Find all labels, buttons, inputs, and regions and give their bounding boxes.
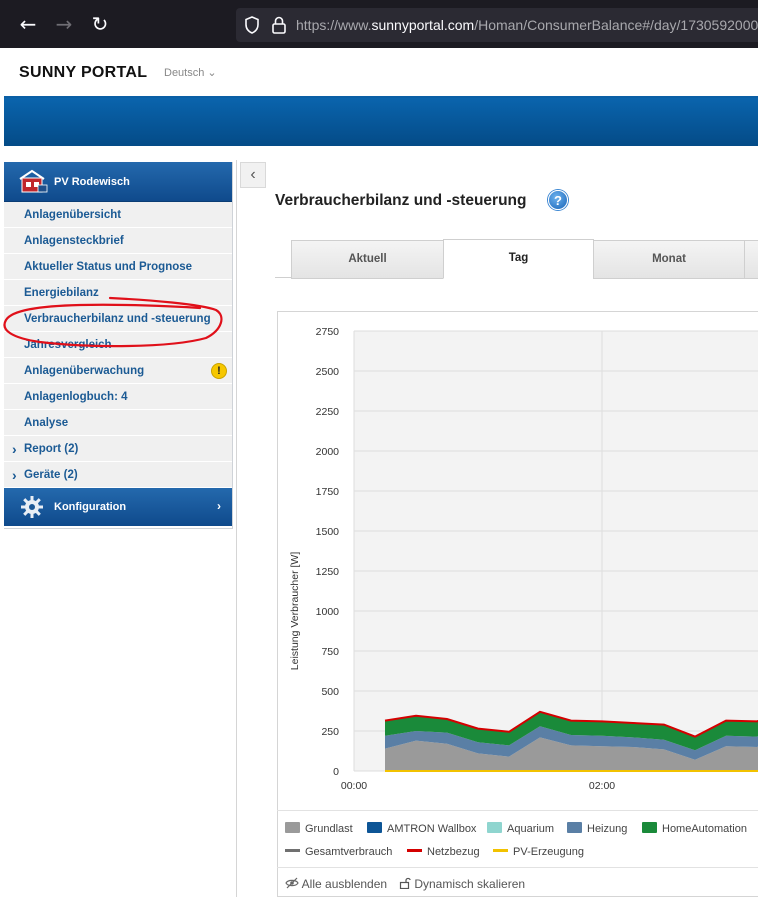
unlock-icon <box>399 877 411 890</box>
address-bar[interactable]: https://www.sunnyportal.com/Homan/Consum… <box>236 8 758 42</box>
sidebar-item-geraete[interactable]: Geräte (2) <box>4 462 233 488</box>
help-icon[interactable]: ? <box>548 190 568 210</box>
y-tick-label: 2500 <box>316 366 340 378</box>
legend-label: Aquarium <box>507 823 555 835</box>
chevron-left-icon: ‹ <box>250 166 256 183</box>
legend-item[interactable]: Aquarium <box>487 822 554 835</box>
sidebar-item-label: Anlagenüberwachung <box>24 365 145 377</box>
legend-swatch <box>367 822 382 833</box>
sidebar-border <box>232 162 233 529</box>
language-selector[interactable]: Deutsch ⌄ <box>164 66 217 79</box>
sidebar-item-verbraucherbilanz[interactable]: Verbraucherbilanz und -steuerung <box>4 306 233 332</box>
konfiguration-label: Konfiguration <box>54 501 127 513</box>
legend-swatch <box>487 822 502 833</box>
legend-item[interactable]: Grundlast <box>285 822 353 835</box>
legend-item[interactable]: Netzbezug <box>407 846 480 858</box>
chart-legend: Grundlast AMTRON Wallbox Aquarium Heizung Ho… <box>277 810 758 867</box>
y-tick-label: 250 <box>321 726 339 738</box>
y-tick-label: 0 <box>333 766 339 778</box>
warning-icon: ! <box>211 363 227 379</box>
site-header: SUNNY PORTAL Deutsch ⌄ <box>0 48 758 96</box>
dynamic-scale-toggle[interactable]: Dynamisch skalieren <box>399 877 525 891</box>
y-tick-label: 1250 <box>316 566 340 578</box>
sidebar-divider <box>4 528 233 529</box>
url-host: sunnyportal.com <box>371 17 475 33</box>
chevron-right-icon: › <box>217 499 221 513</box>
sidebar-item-anlagenueberwachung[interactable]: Anlagenüberwachung ! <box>4 358 233 384</box>
y-tick-label: 1750 <box>316 486 340 498</box>
sidebar-item-jahresvergleich[interactable]: Jahresvergleich <box>4 332 233 358</box>
legend-label: Gesamtverbrauch <box>305 846 393 858</box>
sidebar-item-analyse[interactable]: Analyse <box>4 410 233 436</box>
content-border <box>236 160 237 897</box>
x-tick-label: 02:00 <box>589 780 615 792</box>
legend-item[interactable]: PV-Erzeugung <box>493 846 584 858</box>
tab-aktuell[interactable]: Aktuell <box>291 240 444 279</box>
legend-item[interactable]: AMTRON Wallbox <box>367 822 476 835</box>
sidebar-item-anlagensteckbrief[interactable]: Anlagensteckbrief <box>4 228 233 254</box>
x-tick-label: 00:00 <box>341 780 367 792</box>
plant-icon <box>19 169 48 193</box>
sidebar-item-energiebilanz[interactable]: Energiebilanz <box>4 280 233 306</box>
legend-label: PV-Erzeugung <box>513 846 584 858</box>
tab-monat[interactable]: Monat <box>593 240 745 279</box>
back-arrow-icon[interactable]: ← <box>14 10 42 38</box>
shield-icon[interactable] <box>242 15 262 35</box>
reload-icon[interactable]: ↻ <box>86 10 114 38</box>
gear-icon <box>21 496 43 518</box>
chevron-down-icon: ⌄ <box>207 67 217 79</box>
lock-icon[interactable] <box>270 15 288 35</box>
tab-more[interactable] <box>744 240 758 279</box>
sidebar-item-anlagenlogbuch[interactable]: Anlagenlogbuch: 4 <box>4 384 233 410</box>
sidebar-item-anlagenuebersicht[interactable]: Anlagenübersicht <box>4 202 233 228</box>
sidebar-item-report[interactable]: Report (2) <box>4 436 233 462</box>
collapse-sidebar-button[interactable]: ‹ <box>240 162 266 188</box>
legend-label: AMTRON Wallbox <box>387 823 477 835</box>
y-tick-label: 1500 <box>316 526 340 538</box>
hide-all-button[interactable]: Alle ausblenden <box>285 877 387 891</box>
blue-banner <box>4 96 758 146</box>
legend-item[interactable]: Heizung <box>567 822 627 835</box>
y-axis-label: Leistung Verbraucher [W] <box>289 552 301 671</box>
legend-swatch <box>285 822 300 833</box>
y-tick-label: 2250 <box>316 406 340 418</box>
hide-all-label: Alle ausblenden <box>301 877 388 891</box>
legend-label: Netzbezug <box>427 846 480 858</box>
url-path: /Homan/ConsumerBalance#/day/1730592000 <box>474 17 758 33</box>
y-tick-label: 750 <box>321 646 339 658</box>
eye-slash-icon <box>285 877 299 889</box>
legend-swatch <box>567 822 582 833</box>
legend-label: HomeAutomation <box>662 823 747 835</box>
sunny-portal-logo[interactable]: SUNNY PORTAL <box>19 64 147 82</box>
legend-label: Grundlast <box>305 823 353 835</box>
legend-label: Heizung <box>587 823 628 835</box>
sidebar-item-konfiguration[interactable]: Konfiguration › <box>4 488 233 526</box>
url-text: https://www.sunnyportal.com/Homan/Consum… <box>296 17 758 33</box>
tab-tag[interactable]: Tag <box>443 239 594 279</box>
language-label: Deutsch <box>164 67 205 79</box>
legend-swatch <box>493 849 508 852</box>
chart-tools: Alle ausblenden Dynamisch skalieren <box>277 867 758 897</box>
legend-swatch <box>642 822 657 833</box>
browser-toolbar: ← → ↻ https://www.sunnyportal.com/Homan/… <box>0 0 758 48</box>
forward-arrow-icon[interactable]: → <box>50 10 78 38</box>
plant-name: PV Rodewisch <box>54 176 130 188</box>
y-tick-label: 2000 <box>316 446 340 458</box>
period-tabs: Aktuell Tag Monat <box>275 238 758 279</box>
legend-swatch <box>285 849 300 852</box>
url-prefix: https://www. <box>296 17 372 33</box>
plot-area <box>354 331 758 771</box>
page-title: Verbraucherbilanz und -steuerung <box>275 192 527 209</box>
consumption-chart: 2750250022502000175015001250100075050025… <box>289 326 758 792</box>
sidebar: PV Rodewisch Anlagenübersicht Anlagenste… <box>4 162 233 526</box>
legend-swatch <box>407 849 422 852</box>
legend-item[interactable]: HomeAutomation <box>642 822 747 835</box>
dynamic-scale-label: Dynamisch skalieren <box>414 877 526 891</box>
sidebar-item-status-prognose[interactable]: Aktueller Status und Prognose <box>4 254 233 280</box>
legend-item[interactable]: Gesamtverbrauch <box>285 846 392 858</box>
y-tick-label: 2750 <box>316 326 340 338</box>
y-tick-label: 1000 <box>316 606 340 618</box>
y-tick-label: 500 <box>321 686 339 698</box>
plant-header[interactable]: PV Rodewisch <box>4 162 233 202</box>
